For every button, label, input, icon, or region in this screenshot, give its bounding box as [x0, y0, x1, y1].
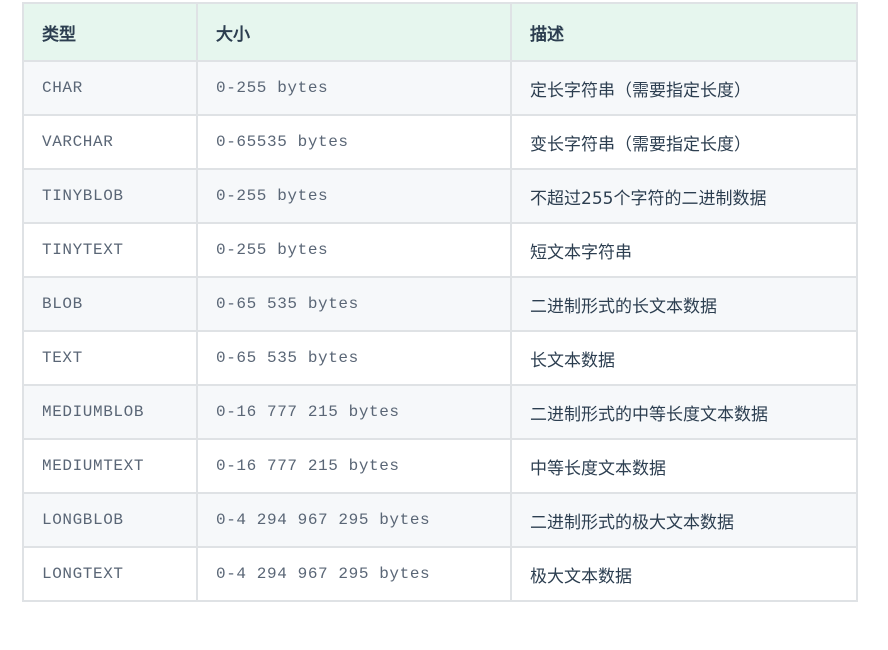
header-row: 类型 大小 描述	[22, 2, 858, 62]
header-size: 大小	[196, 2, 512, 62]
cell-description: 变长字符串（需要指定长度）	[510, 114, 858, 170]
cell-type: TEXT	[22, 330, 198, 386]
cell-description: 二进制形式的中等长度文本数据	[510, 384, 858, 440]
cell-size: 0-255 bytes	[196, 60, 512, 116]
cell-size: 0-16 777 215 bytes	[196, 438, 512, 494]
cell-size: 0-16 777 215 bytes	[196, 384, 512, 440]
table-row: LONGBLOB 0-4 294 967 295 bytes 二进制形式的极大文…	[22, 492, 858, 548]
header-type: 类型	[22, 2, 198, 62]
cell-type: LONGTEXT	[22, 546, 198, 602]
table-row: LONGTEXT 0-4 294 967 295 bytes 极大文本数据	[22, 546, 858, 602]
table-row: BLOB 0-65 535 bytes 二进制形式的长文本数据	[22, 276, 858, 332]
cell-size: 0-65 535 bytes	[196, 276, 512, 332]
cell-size: 0-65535 bytes	[196, 114, 512, 170]
cell-type: CHAR	[22, 60, 198, 116]
cell-type: TINYBLOB	[22, 168, 198, 224]
cell-type: LONGBLOB	[22, 492, 198, 548]
table-row: VARCHAR 0-65535 bytes 变长字符串（需要指定长度）	[22, 114, 858, 170]
cell-size: 0-65 535 bytes	[196, 330, 512, 386]
cell-description: 短文本字符串	[510, 222, 858, 278]
cell-size: 0-4 294 967 295 bytes	[196, 546, 512, 602]
cell-type: TINYTEXT	[22, 222, 198, 278]
cell-type: VARCHAR	[22, 114, 198, 170]
table-header: 类型 大小 描述	[22, 2, 858, 62]
cell-type: MEDIUMTEXT	[22, 438, 198, 494]
cell-size: 0-4 294 967 295 bytes	[196, 492, 512, 548]
data-type-table: 类型 大小 描述 CHAR 0-255 bytes 定长字符串（需要指定长度） …	[22, 2, 858, 602]
cell-size: 0-255 bytes	[196, 222, 512, 278]
cell-description: 二进制形式的极大文本数据	[510, 492, 858, 548]
data-type-table-container: 类型 大小 描述 CHAR 0-255 bytes 定长字符串（需要指定长度） …	[22, 2, 858, 602]
table-row: CHAR 0-255 bytes 定长字符串（需要指定长度）	[22, 60, 858, 116]
cell-description: 定长字符串（需要指定长度）	[510, 60, 858, 116]
cell-description: 长文本数据	[510, 330, 858, 386]
table-row: MEDIUMBLOB 0-16 777 215 bytes 二进制形式的中等长度…	[22, 384, 858, 440]
table-row: TINYBLOB 0-255 bytes 不超过255个字符的二进制数据	[22, 168, 858, 224]
cell-description: 不超过255个字符的二进制数据	[510, 168, 858, 224]
cell-type: BLOB	[22, 276, 198, 332]
cell-type: MEDIUMBLOB	[22, 384, 198, 440]
cell-description: 二进制形式的长文本数据	[510, 276, 858, 332]
cell-size: 0-255 bytes	[196, 168, 512, 224]
table-row: TINYTEXT 0-255 bytes 短文本字符串	[22, 222, 858, 278]
table-body: CHAR 0-255 bytes 定长字符串（需要指定长度） VARCHAR 0…	[22, 60, 858, 602]
table-row: TEXT 0-65 535 bytes 长文本数据	[22, 330, 858, 386]
cell-description: 极大文本数据	[510, 546, 858, 602]
table-row: MEDIUMTEXT 0-16 777 215 bytes 中等长度文本数据	[22, 438, 858, 494]
header-description: 描述	[510, 2, 858, 62]
cell-description: 中等长度文本数据	[510, 438, 858, 494]
